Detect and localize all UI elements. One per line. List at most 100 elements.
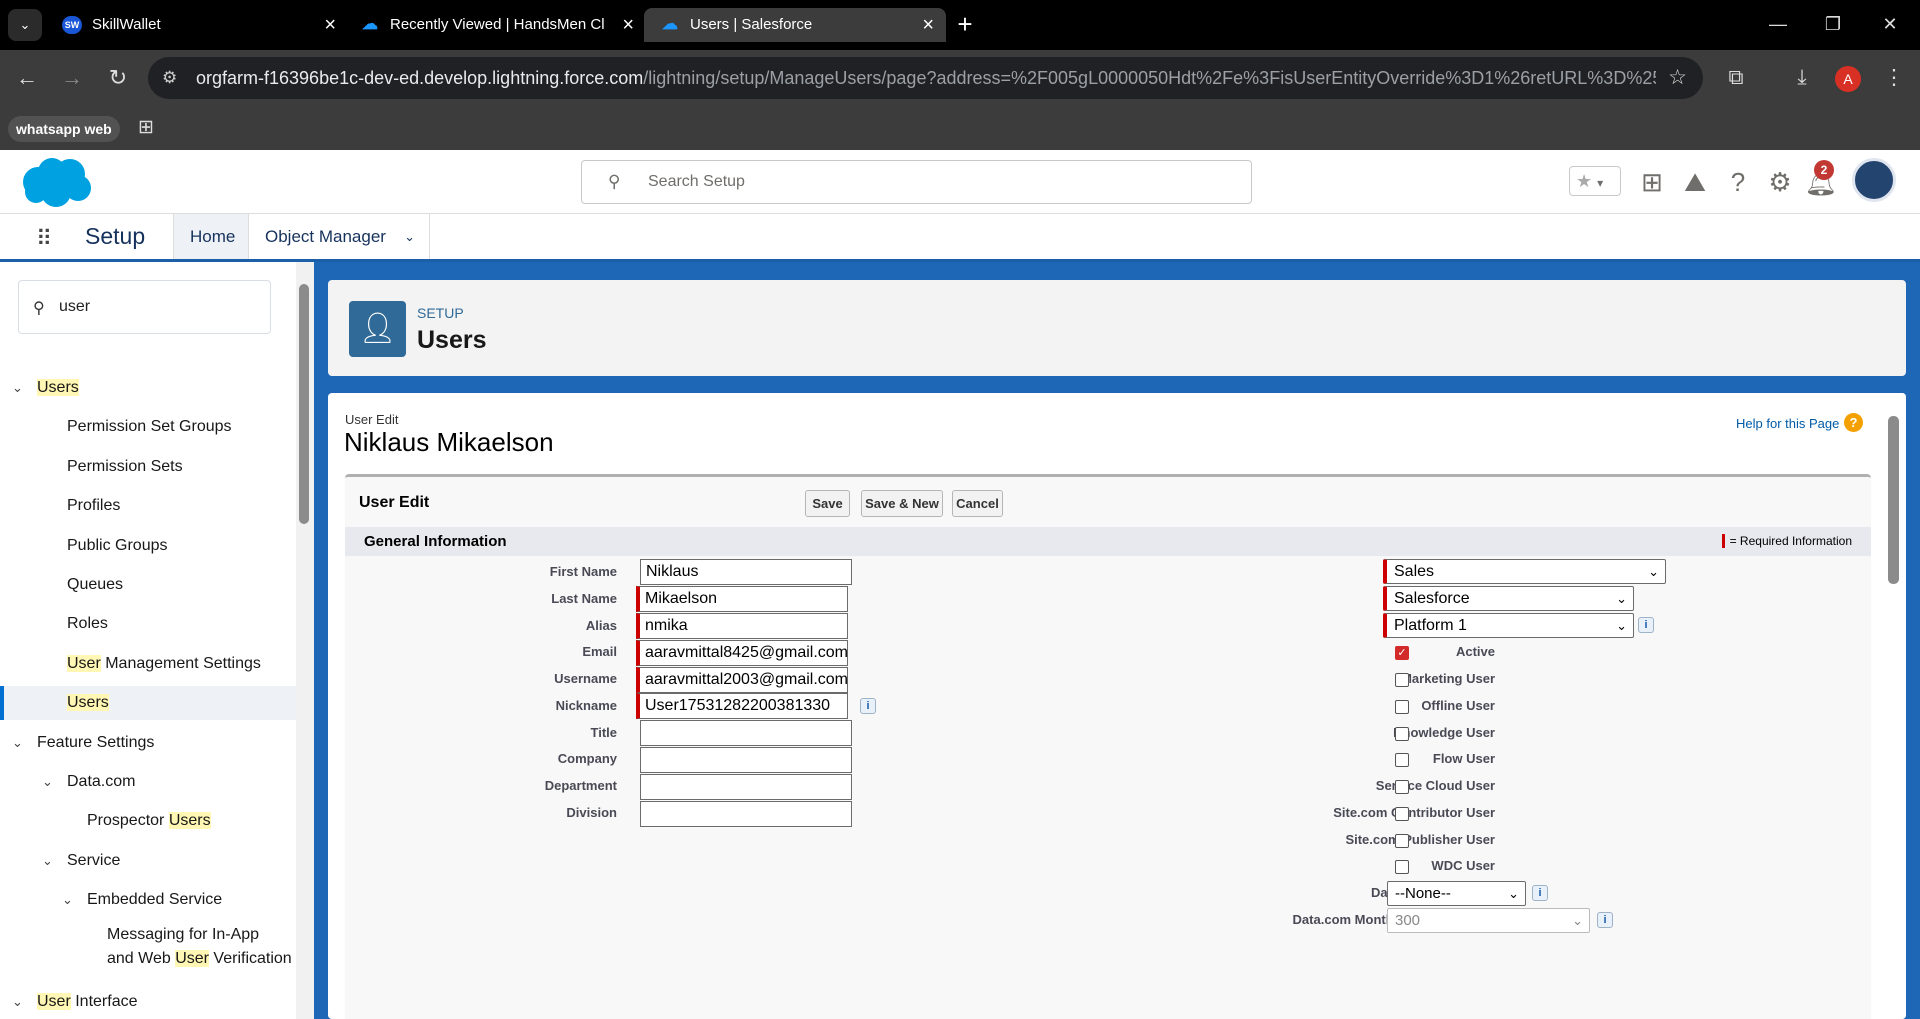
chevron-down-icon[interactable]: ⌄ [12, 371, 23, 405]
tree-item-feature-settings[interactable]: ⌄ Feature Settings [0, 726, 296, 760]
global-actions-icon[interactable]: ⊞ [1632, 162, 1672, 202]
tree-item-user-interface[interactable]: ⌄ User Interface [0, 985, 296, 1019]
chevron-down-icon: ⌄ [1572, 913, 1583, 928]
tree-item-permission-sets[interactable]: Permission Sets [0, 450, 296, 484]
close-tab-icon[interactable]: × [922, 8, 934, 42]
profile-avatar[interactable]: A [1835, 66, 1861, 92]
company-input[interactable] [640, 747, 852, 773]
chevron-down-icon[interactable]: ⌄ [404, 214, 415, 259]
nickname-input[interactable]: User17531282200381330 [636, 693, 848, 719]
department-input[interactable] [640, 774, 852, 800]
minimize-icon[interactable]: — [1758, 8, 1798, 40]
flow-user-checkbox[interactable] [1395, 753, 1409, 767]
back-icon[interactable]: ← [12, 63, 42, 93]
tree-item-permission-set-groups[interactable]: Permission Set Groups [0, 410, 296, 444]
username-input[interactable]: aaravmittal2003@gmail.com [636, 667, 848, 693]
chevron-down-icon[interactable]: ⌄ [42, 844, 53, 878]
notification-badge: 2 [1814, 160, 1834, 180]
tree-item-roles[interactable]: Roles [0, 607, 296, 641]
page-header: 👤︎ SETUP Users [328, 280, 1906, 376]
restore-icon[interactable]: ❐ [1813, 8, 1853, 40]
knowledge-user-checkbox[interactable] [1395, 727, 1409, 741]
tab-home[interactable]: Home [173, 214, 248, 259]
apps-grid-icon[interactable]: ⊞ [138, 116, 154, 139]
service-cloud-user-checkbox[interactable] [1395, 780, 1409, 794]
close-tab-icon[interactable]: × [622, 8, 634, 42]
last-name-input[interactable]: Mikaelson [636, 586, 848, 612]
tree-item-public-groups[interactable]: Public Groups [0, 529, 296, 563]
setup-search-input[interactable]: ⚲ Search Setup [581, 160, 1252, 204]
new-tab-button[interactable]: + [950, 8, 980, 40]
tab-object-manager[interactable]: Object Manager ⌄ [248, 214, 430, 259]
tree-item-users-selected[interactable]: Users [0, 686, 296, 720]
user-avatar[interactable] [1852, 158, 1896, 202]
offline-user-checkbox[interactable] [1395, 700, 1409, 714]
tree-item-profiles[interactable]: Profiles [0, 489, 296, 523]
tree-item-embedded-service[interactable]: ⌄ Embedded Service [0, 883, 296, 917]
tab-search-button[interactable]: ⌄ [8, 9, 42, 41]
forward-icon[interactable]: → [57, 63, 87, 93]
role-select[interactable]: Sales ⌄ [1383, 559, 1666, 584]
quick-find-input[interactable]: ⚲ user [18, 280, 271, 334]
site-info-icon[interactable]: ⚙ [162, 68, 177, 88]
tree-item-queues[interactable]: Queues [0, 568, 296, 602]
sitecom-contributor-checkbox[interactable] [1395, 807, 1409, 821]
division-input[interactable] [640, 801, 852, 827]
profile-select[interactable]: Platform 1 ⌄ [1383, 613, 1634, 638]
browser-tab-recently-viewed[interactable]: ☁ Recently Viewed | HandsMen Cl × [344, 8, 646, 42]
title-input[interactable] [640, 720, 852, 746]
wdc-user-checkbox[interactable] [1395, 860, 1409, 874]
field-label: Marketing User [1401, 671, 1495, 686]
marketing-user-checkbox[interactable] [1395, 673, 1409, 687]
save-button[interactable]: Save [805, 490, 850, 517]
record-subtitle: User Edit [345, 412, 399, 427]
active-checkbox[interactable]: ✓ [1395, 646, 1409, 660]
extensions-icon[interactable]: ⧉ [1720, 62, 1752, 94]
bookmark-star-icon[interactable]: ☆ [1668, 65, 1687, 90]
more-menu-icon[interactable]: ⋮ [1878, 62, 1910, 94]
app-launcher-icon[interactable]: ⠿ [36, 225, 64, 253]
info-icon[interactable]: i [1638, 617, 1654, 633]
datacom-limit-select[interactable]: 300 ⌄ [1387, 908, 1590, 933]
cancel-button[interactable]: Cancel [952, 490, 1003, 517]
chevron-down-icon[interactable]: ⌄ [12, 726, 23, 760]
bookmark-whatsapp[interactable]: whatsapp web [8, 116, 120, 142]
info-icon[interactable]: i [860, 698, 876, 714]
tree-item-prospector-users[interactable]: Prospector Users [0, 804, 296, 838]
info-icon[interactable]: i [1532, 885, 1548, 901]
tree-item-datacom[interactable]: ⌄ Data.com [0, 765, 296, 799]
address-bar[interactable]: ⚙ orgfarm-f16396be1c-dev-ed.develop.ligh… [148, 57, 1703, 99]
tree-item-user-management-settings[interactable]: User Management Settings [0, 647, 296, 681]
close-window-icon[interactable]: ✕ [1870, 8, 1910, 40]
reload-icon[interactable]: ↻ [103, 63, 133, 93]
save-and-new-button[interactable]: Save & New [861, 490, 943, 517]
content-scrollbar-thumb[interactable] [1888, 416, 1899, 584]
first-name-input[interactable]: Niklaus [640, 559, 852, 585]
close-tab-icon[interactable]: × [324, 8, 336, 42]
sidebar-scrollbar-thumb[interactable] [299, 284, 309, 524]
chevron-down-icon[interactable]: ⌄ [62, 883, 73, 917]
browser-tab-users[interactable]: ☁ Users | Salesforce × [644, 8, 946, 42]
datacom-user-type-select[interactable]: --None-- ⌄ [1387, 881, 1526, 906]
help-icon[interactable]: ? [1844, 413, 1863, 432]
tree-item-service[interactable]: ⌄ Service [0, 844, 296, 878]
gear-icon[interactable]: ⚙ [1760, 162, 1800, 202]
browser-tab-skillwallet[interactable]: SW SkillWallet × [46, 8, 348, 42]
favorites-button[interactable]: ★ ▾ [1569, 166, 1621, 196]
trailhead-icon[interactable]: ⛰ [1675, 162, 1715, 202]
alias-input[interactable]: nmika [636, 613, 848, 639]
help-icon[interactable]: ? [1718, 162, 1758, 202]
tree-item-users[interactable]: ⌄ Users [0, 371, 296, 405]
chevron-down-icon[interactable]: ⌄ [42, 765, 53, 799]
field-label: Service Cloud User [1375, 778, 1495, 793]
download-icon[interactable]: ⤓ [1786, 62, 1818, 94]
email-input[interactable]: aaravmittal8425@gmail.com [636, 640, 848, 666]
info-icon[interactable]: i [1597, 912, 1613, 928]
chevron-down-icon[interactable]: ⌄ [12, 985, 23, 1019]
user-license-select[interactable]: Salesforce ⌄ [1383, 586, 1634, 611]
tree-item-messaging-verification[interactable]: Messaging for In-App and Web User Verifi… [0, 919, 296, 971]
quick-find-value: user [59, 298, 91, 315]
sitecom-publisher-checkbox[interactable] [1395, 834, 1409, 848]
salesforce-logo[interactable] [18, 156, 94, 208]
help-link[interactable]: Help for this Page [1736, 416, 1839, 431]
